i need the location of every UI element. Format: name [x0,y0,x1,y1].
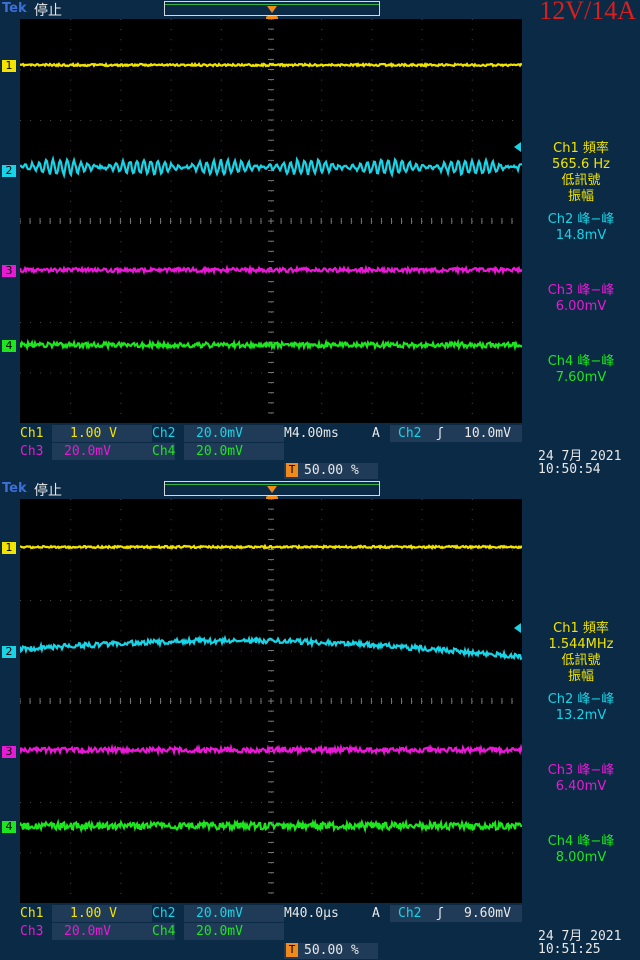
ch3-measure-value: 6.40mV [555,779,607,794]
timebase-label[interactable]: M40.0µs [284,905,339,922]
scope-header: Tek 停止 [0,480,640,499]
trigger-level[interactable]: 9.60mV [464,905,511,922]
trigger-slope-icon: ʃ [436,906,444,921]
trigger-position-icon: T [286,943,298,957]
ch2-scale[interactable]: 20.0mV [196,905,243,922]
ch2-scale[interactable]: 20.0mV [196,425,243,442]
ch2-measure-value: 13.2mV [555,708,607,723]
ch3-ground-marker[interactable]: 3 [2,265,16,277]
ch3-ground-marker[interactable]: 3 [2,746,16,758]
scope-capture-bottom: Tek 停止 T 1 2 3 4 Ch1 頻率 1.544MHz 低訊號 振幅 … [0,480,640,960]
ch4-trace [20,338,522,352]
trigger-source[interactable]: Ch2 [398,425,421,442]
ch4-label[interactable]: Ch4 [152,443,176,460]
ch3-label[interactable]: Ch3 [20,923,43,940]
ch1-ground-marker[interactable]: 1 [2,542,16,554]
ch1-trace [20,543,522,550]
ch1-measure-value: 1.544MHz [548,637,614,652]
scope-capture-top: Tek 停止 12V/14A T 1 2 3 4 Ch1 頻率 565.6 Hz… [0,0,640,480]
measurement-panel: Ch1 頻率 565.6 Hz 低訊號 振幅 Ch2 峰−峰 14.8mV Ch… [522,19,640,423]
status-bar: Ch1 1.00 V Ch2 20.0mV M4.00ms A Ch2 ʃ 10… [0,423,640,480]
ch2-trace [20,155,522,179]
ch3-scale[interactable]: 20.0mV [64,923,111,940]
ch1-trace [20,61,522,69]
ch2-ground-marker[interactable]: 2 [2,165,16,177]
trigger-source[interactable]: Ch2 [398,905,421,922]
measurement-panel: Ch1 頻率 1.544MHz 低訊號 振幅 Ch2 峰−峰 13.2mV Ch… [522,499,640,903]
ch3-label[interactable]: Ch3 [20,443,43,460]
ch4-trace [20,818,522,834]
ch1-scale[interactable]: 1.00 V [70,905,117,922]
ch1-measure-note-2: 振幅 [567,189,594,204]
ch1-measure-title: Ch1 頻率 [553,621,609,636]
capture-time: 10:51:25 [538,942,601,957]
run-state-label: 停止 [34,3,62,19]
scope-header: Tek 停止 12V/14A [0,0,640,25]
ch2-measure-title: Ch2 峰−峰 [547,212,615,227]
tek-logo: Tek [2,481,27,496]
ch2-label[interactable]: Ch2 [152,905,175,922]
ch4-label[interactable]: Ch4 [152,923,176,940]
trigger-position-icon: T [286,463,298,477]
timebase-label[interactable]: M4.00ms [284,425,339,442]
ch3-trace [20,264,522,276]
status-bar: Ch1 1.00 V Ch2 20.0mV M40.0µs A Ch2 ʃ 9.… [0,903,640,960]
ch1-scale[interactable]: 1.00 V [70,425,117,442]
ch2-label[interactable]: Ch2 [152,425,175,442]
trigger-position[interactable]: 50.00 % [304,942,359,959]
ch2-ground-marker[interactable]: 2 [2,646,16,658]
trigger-position[interactable]: 50.00 % [304,462,359,479]
run-state-label: 停止 [34,483,62,499]
ch4-measure-title: Ch4 峰−峰 [547,354,615,369]
waveform-traces [20,61,522,352]
ch4-measure-title: Ch4 峰−峰 [547,834,615,849]
trigger-level[interactable]: 10.0mV [464,425,511,442]
ch1-measure-title: Ch1 頻率 [553,141,609,156]
ch3-trace [20,743,522,757]
ch4-ground-marker[interactable]: 4 [2,340,16,352]
ch1-measure-note-2: 振幅 [567,669,594,684]
ch1-measure-note: 低訊號 [561,653,601,668]
ch1-label[interactable]: Ch1 [20,425,43,442]
ch2-trace [20,634,522,661]
ch3-scale[interactable]: 20.0mV [64,443,111,460]
ch1-measure-note: 低訊號 [561,173,601,188]
ch3-measure-title: Ch3 峰−峰 [547,763,615,778]
ch4-measure-value: 7.60mV [555,370,607,385]
waveform-display [20,499,522,903]
ch1-measure-value: 565.6 Hz [552,157,610,172]
ch1-ground-marker[interactable]: 1 [2,60,16,72]
tek-logo: Tek [2,1,27,16]
ch3-measure-title: Ch3 峰−峰 [547,283,615,298]
ch3-measure-value: 6.00mV [555,299,607,314]
ch4-measure-value: 8.00mV [555,850,607,865]
trigger-mode[interactable]: A [372,905,380,922]
waveform-traces [20,543,522,834]
waveform-display [20,19,522,423]
ch4-scale[interactable]: 20.0mV [196,443,243,460]
trigger-slope-icon: ʃ [436,426,444,441]
ch4-ground-marker[interactable]: 4 [2,821,16,833]
trigger-mode[interactable]: A [372,425,380,442]
ch2-measure-title: Ch2 峰−峰 [547,692,615,707]
ch1-label[interactable]: Ch1 [20,905,43,922]
ch2-measure-value: 14.8mV [555,228,607,243]
ch4-scale[interactable]: 20.0mV [196,923,243,940]
capture-time: 10:50:54 [538,462,601,477]
